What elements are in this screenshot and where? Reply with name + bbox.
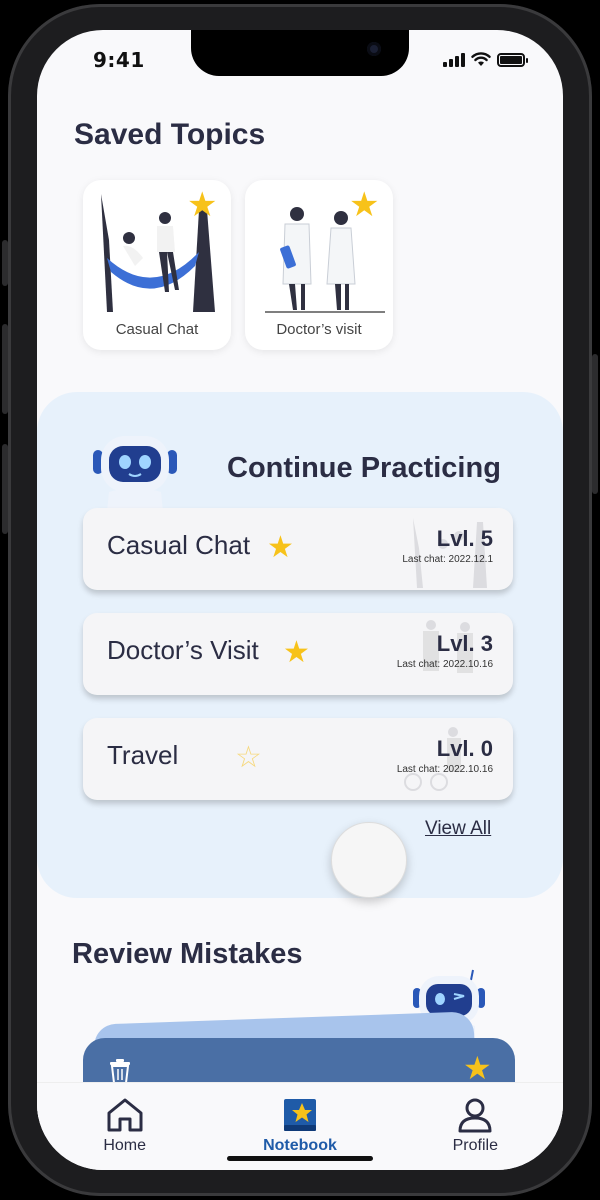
- power-button: [592, 354, 598, 494]
- notch: [191, 30, 409, 76]
- volume-up-button: [2, 324, 8, 414]
- home-indicator: [227, 1156, 373, 1161]
- battery-icon: [497, 53, 528, 67]
- wifi-icon: [471, 52, 491, 66]
- practice-last-chat: Last chat: 2022.10.16: [396, 659, 493, 670]
- tab-label: Home: [103, 1137, 146, 1154]
- saved-topics-title: Saved Topics: [74, 118, 266, 151]
- notebook-icon: [283, 1099, 316, 1131]
- tab-profile[interactable]: Profile: [415, 1097, 535, 1170]
- app-screen: 9:41 Saved Topics ★ Casual Chat ★ Doctor…: [37, 30, 563, 1170]
- tab-label: Notebook: [263, 1137, 337, 1154]
- review-mistakes-title: Review Mistakes: [72, 938, 303, 970]
- practice-card-doctors-visit[interactable]: Doctor’s Visit ★ Lvl. 3 Last chat: 2022.…: [83, 613, 513, 695]
- tab-label: Profile: [452, 1137, 498, 1154]
- star-icon[interactable]: ★: [463, 1052, 492, 1084]
- practice-last-chat: Last chat: 2022.10.16: [396, 764, 493, 775]
- floating-action-button[interactable]: [331, 822, 407, 898]
- practice-level: Lvl. 0: [436, 736, 493, 761]
- view-all-link[interactable]: View All: [425, 818, 491, 840]
- robot-mascot-icon: [93, 436, 177, 512]
- practice-level: Lvl. 3: [436, 631, 493, 656]
- camera-icon: [367, 42, 381, 56]
- home-icon: [107, 1098, 143, 1132]
- practice-card-travel[interactable]: Travel ☆ Lvl. 0 Last chat: 2022.10.16: [83, 718, 513, 800]
- status-icons: [443, 52, 528, 67]
- saved-topic-card-doctors-visit[interactable]: ★ Doctor’s visit: [245, 180, 393, 350]
- volume-down-button: [2, 444, 8, 534]
- practice-card-casual-chat[interactable]: Casual Chat ★ Lvl. 5 Last chat: 2022.12.…: [83, 508, 513, 590]
- topic-label: Casual Chat: [115, 321, 199, 338]
- star-icon: ★: [349, 185, 380, 225]
- star-outline-icon[interactable]: ☆: [235, 740, 262, 775]
- star-icon[interactable]: ★: [283, 635, 310, 670]
- mute-switch: [2, 240, 8, 286]
- practice-last-chat: Last chat: 2022.12.1: [402, 554, 493, 565]
- star-icon: ★: [187, 185, 218, 225]
- practice-topic-name: Travel: [107, 740, 179, 770]
- saved-topic-card-casual-chat[interactable]: ★ Casual Chat: [83, 180, 231, 350]
- status-time: 9:41: [93, 48, 145, 72]
- star-icon[interactable]: ★: [267, 530, 294, 565]
- profile-icon: [458, 1098, 492, 1133]
- practice-topic-name: Casual Chat: [107, 530, 251, 560]
- practice-topic-name: Doctor’s Visit: [107, 635, 259, 665]
- cellular-signal-icon: [443, 53, 465, 67]
- trash-icon[interactable]: [109, 1058, 131, 1084]
- tab-home[interactable]: Home: [65, 1097, 185, 1170]
- continue-practicing-title: Continue Practicing: [227, 452, 501, 484]
- practice-level: Lvl. 5: [436, 526, 493, 551]
- topic-label: Doctor’s visit: [276, 321, 362, 338]
